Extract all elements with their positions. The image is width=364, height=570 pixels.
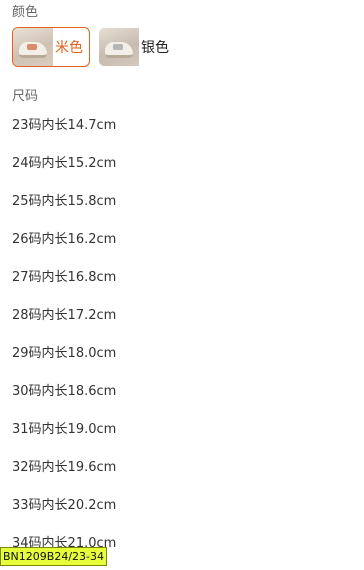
size-section-label: 尺码 [12,89,39,104]
sku-tag: BN1209B24/23-34 [0,547,107,566]
silver-shoe-thumbnail [99,28,139,66]
size-option-list: 23码内长14.7cm 24码内长15.2cm 25码内长15.8cm 26码内… [12,109,116,565]
size-option[interactable]: 26码内长16.2cm [12,223,116,261]
size-option[interactable]: 33码内长20.2cm [12,489,116,527]
size-option[interactable]: 25码内长15.8cm [12,185,116,223]
color-option-label: 米色 [55,40,83,56]
size-option[interactable]: 31码内长19.0cm [12,413,116,451]
color-option-silver[interactable]: 银色 [98,27,178,67]
color-option-label: 银色 [141,40,169,56]
size-option[interactable]: 29码内长18.0cm [12,337,116,375]
size-option[interactable]: 27码内长16.8cm [12,261,116,299]
color-section-label: 颜色 [12,5,39,20]
size-option[interactable]: 30码内长18.6cm [12,375,116,413]
size-option[interactable]: 32码内长19.6cm [12,451,116,489]
color-option-beige[interactable]: 米色 [12,27,90,67]
size-option[interactable]: 23码内长14.7cm [12,109,116,147]
beige-shoe-thumbnail [13,28,53,66]
size-option[interactable]: 24码内长15.2cm [12,147,116,185]
size-option[interactable]: 28码内长17.2cm [12,299,116,337]
